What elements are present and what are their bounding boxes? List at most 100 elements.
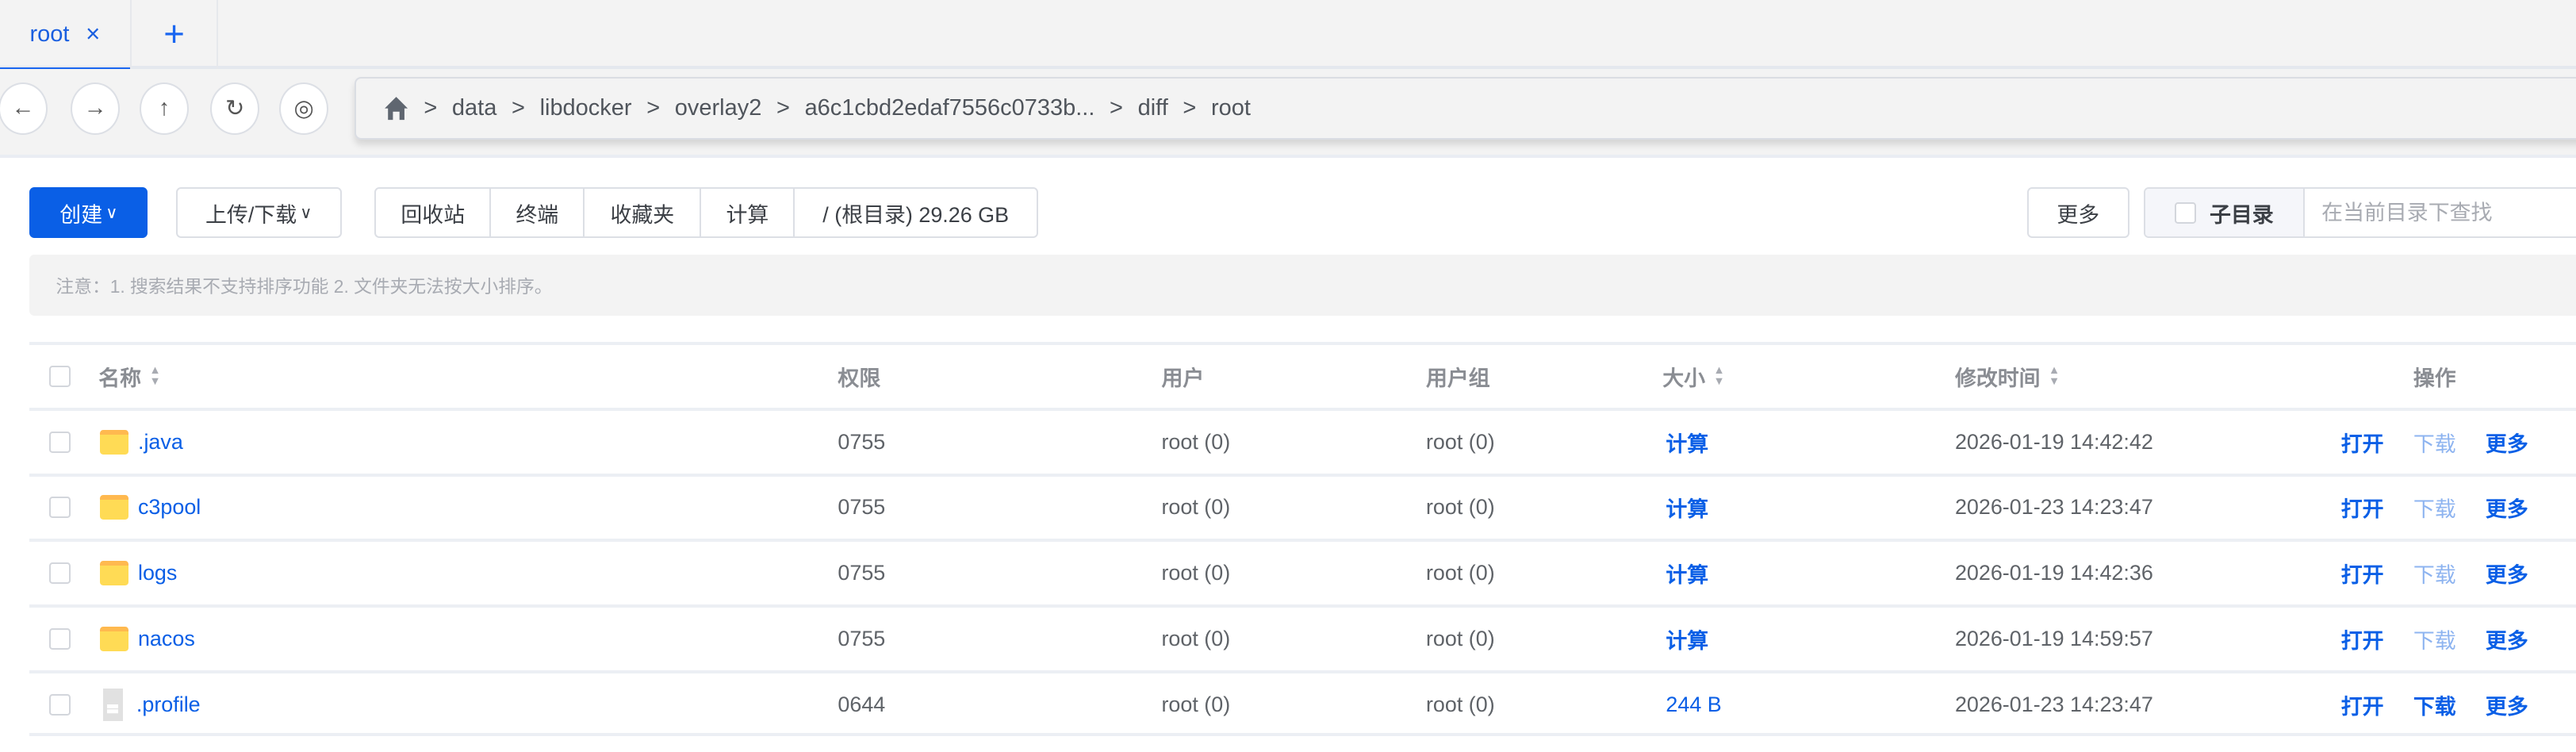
sort-icon: ▲ ▼ bbox=[149, 363, 161, 389]
size-value[interactable]: 244 B bbox=[1666, 673, 1721, 736]
refresh-button[interactable]: ↻ bbox=[210, 82, 260, 135]
row-checkbox[interactable] bbox=[49, 693, 71, 716]
eye-icon: ◎ bbox=[293, 96, 314, 122]
arrow-up-icon: ↑ bbox=[158, 95, 171, 121]
file-name-link[interactable]: .java bbox=[138, 430, 183, 455]
size-value[interactable]: 计算 bbox=[1666, 477, 1708, 539]
modified-time: 2026-01-23 14:23:47 bbox=[1954, 495, 2153, 520]
owner: root (0) bbox=[1161, 561, 1231, 585]
table-row[interactable]: nacos 0755 root (0) root (0) 计算 2026-01-… bbox=[29, 604, 2576, 670]
group: root (0) bbox=[1425, 627, 1495, 651]
table-row[interactable]: logs 0755 root (0) root (0) 计算 2026-01-1… bbox=[29, 539, 2576, 604]
breadcrumb-separator: > bbox=[1183, 95, 1197, 121]
table-header: 名称 ▲ ▼ 权限 用户 用户组 大小 ▲ ▼ 修改时间 ▲ ▼ 操作 bbox=[29, 341, 2576, 408]
row-checkbox[interactable] bbox=[49, 497, 71, 519]
more-link[interactable]: 更多 bbox=[2486, 492, 2528, 523]
new-tab-button[interactable]: + bbox=[132, 0, 219, 69]
column-mtime[interactable]: 修改时间 ▲ ▼ bbox=[1955, 345, 2060, 408]
subdir-toggle[interactable]: 子目录 bbox=[2145, 189, 2306, 237]
table-row[interactable]: .profile 0644 root (0) root (0) 244 B 20… bbox=[29, 670, 2576, 736]
calculate-button[interactable]: 计算 bbox=[701, 189, 795, 237]
breadcrumb-item[interactable]: root bbox=[1211, 95, 1251, 121]
row-checkbox[interactable] bbox=[49, 628, 71, 650]
download-link[interactable]: 下载 bbox=[2413, 689, 2456, 720]
file-name-link[interactable]: .profile bbox=[136, 693, 201, 717]
download-link[interactable]: 下载 bbox=[2413, 558, 2456, 589]
size-value[interactable]: 计算 bbox=[1666, 411, 1708, 474]
group: root (0) bbox=[1425, 561, 1495, 585]
breadcrumb-item[interactable]: a6c1cbd2edaf7556c0733b... bbox=[805, 95, 1095, 121]
select-all-checkbox[interactable] bbox=[49, 365, 71, 387]
more-link[interactable]: 更多 bbox=[2486, 689, 2528, 720]
more-link[interactable]: 更多 bbox=[2486, 558, 2528, 589]
row-checkbox[interactable] bbox=[49, 431, 71, 453]
chevron-down-icon: ∨ bbox=[105, 203, 118, 222]
download-link[interactable]: 下载 bbox=[2413, 623, 2456, 654]
download-link[interactable]: 下载 bbox=[2413, 492, 2456, 523]
folder-icon bbox=[100, 561, 128, 586]
upload-download-label: 上传/下载 bbox=[205, 202, 297, 227]
create-button[interactable]: 创建 ∨ bbox=[29, 187, 148, 239]
file-icon bbox=[103, 688, 124, 722]
chevron-down-icon: ∨ bbox=[300, 203, 312, 222]
column-label: 修改时间 bbox=[1954, 366, 2041, 390]
back-button[interactable]: ← bbox=[0, 82, 48, 135]
column-label: 大小 bbox=[1662, 366, 1706, 390]
sort-icon: ▲ ▼ bbox=[2048, 363, 2060, 389]
tab-label: root bbox=[29, 21, 70, 47]
close-icon[interactable]: × bbox=[86, 20, 100, 48]
upload-download-button[interactable]: 上传/下载 ∨ bbox=[175, 187, 342, 239]
permission: 0755 bbox=[838, 627, 886, 651]
breadcrumb-item[interactable]: diff bbox=[1138, 95, 1168, 121]
permission: 0755 bbox=[838, 561, 886, 585]
breadcrumb-separator: > bbox=[424, 95, 438, 121]
up-button[interactable]: ↑ bbox=[140, 82, 190, 135]
file-name-link[interactable]: nacos bbox=[138, 627, 195, 651]
breadcrumb-item[interactable]: data bbox=[452, 95, 496, 121]
sort-icon: ▲ ▼ bbox=[1713, 363, 1725, 389]
disk-usage-button[interactable]: / (根目录) 29.26 GB bbox=[795, 189, 1036, 236]
folder-icon bbox=[100, 495, 128, 520]
open-link[interactable]: 打开 bbox=[2341, 623, 2384, 654]
open-link[interactable]: 打开 bbox=[2341, 427, 2384, 458]
table-row[interactable]: .java 0755 root (0) root (0) 计算 2026-01-… bbox=[29, 407, 2576, 474]
breadcrumb-item[interactable]: overlay2 bbox=[675, 95, 762, 121]
forward-button[interactable]: → bbox=[71, 82, 121, 135]
permission: 0644 bbox=[838, 692, 886, 716]
breadcrumb-separator: > bbox=[776, 95, 790, 121]
column-name[interactable]: 名称 ▲ ▼ bbox=[98, 345, 161, 408]
column-size[interactable]: 大小 ▲ ▼ bbox=[1662, 345, 1725, 408]
search-input[interactable] bbox=[2305, 189, 2576, 237]
table-row[interactable]: c3pool 0755 root (0) root (0) 计算 2026-01… bbox=[29, 473, 2576, 539]
tab-root[interactable]: root × bbox=[0, 0, 132, 73]
folder-icon bbox=[100, 627, 128, 652]
recycle-bin-button[interactable]: 回收站 bbox=[376, 189, 492, 237]
column-label: 名称 bbox=[98, 366, 142, 390]
size-value[interactable]: 计算 bbox=[1666, 542, 1708, 604]
row-checkbox[interactable] bbox=[49, 562, 71, 585]
search-group: 子目录 bbox=[2144, 187, 2576, 239]
home-icon[interactable] bbox=[383, 95, 409, 121]
more-button[interactable]: 更多 bbox=[2027, 187, 2129, 239]
favorites-button[interactable]: 收藏夹 bbox=[585, 189, 702, 237]
open-link[interactable]: 打开 bbox=[2341, 492, 2384, 523]
create-label: 创建 bbox=[59, 202, 103, 227]
more-link[interactable]: 更多 bbox=[2486, 427, 2528, 458]
file-name-link[interactable]: c3pool bbox=[138, 495, 201, 520]
file-name-link[interactable]: logs bbox=[138, 561, 177, 585]
open-link[interactable]: 打开 bbox=[2341, 558, 2384, 589]
breadcrumb-separator: > bbox=[646, 95, 661, 121]
column-ops: 操作 bbox=[2413, 366, 2456, 390]
subdir-label: 子目录 bbox=[2209, 202, 2274, 227]
more-link[interactable]: 更多 bbox=[2486, 623, 2528, 654]
subdir-checkbox[interactable] bbox=[2175, 201, 2197, 224]
column-perm: 权限 bbox=[838, 366, 881, 390]
download-link[interactable]: 下载 bbox=[2413, 427, 2456, 458]
view-button[interactable]: ◎ bbox=[279, 82, 329, 135]
modified-time: 2026-01-23 14:23:47 bbox=[1954, 692, 2153, 716]
size-value[interactable]: 计算 bbox=[1666, 608, 1708, 670]
breadcrumb-item[interactable]: libdocker bbox=[540, 95, 632, 121]
tab-bar bbox=[0, 0, 2576, 69]
terminal-button[interactable]: 终端 bbox=[491, 189, 585, 237]
open-link[interactable]: 打开 bbox=[2341, 689, 2384, 720]
